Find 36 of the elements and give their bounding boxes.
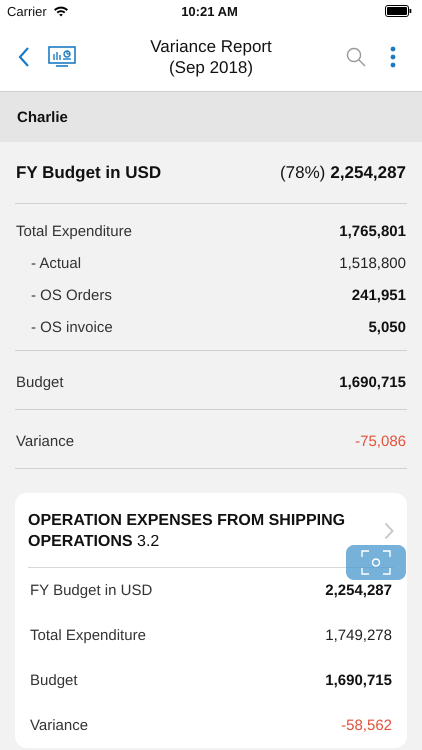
row-label: FY Budget in USD bbox=[16, 162, 162, 182]
row-value: 1,690,715 bbox=[325, 672, 392, 689]
row-label: Total Expenditure bbox=[16, 222, 132, 240]
carrier-label: Carrier bbox=[7, 4, 47, 18]
percent-value: (78%) bbox=[280, 162, 326, 182]
wifi-icon bbox=[52, 5, 69, 17]
screen-title: Variance Report (Sep 2018) bbox=[150, 36, 272, 78]
screenshot-button[interactable] bbox=[346, 545, 406, 580]
capture-frame-icon bbox=[361, 550, 391, 575]
entity-name: Charlie bbox=[17, 108, 68, 126]
row-label: - Actual bbox=[31, 254, 82, 272]
back-icon bbox=[18, 46, 30, 66]
monitor-chart-icon bbox=[48, 46, 76, 68]
row-label: Total Expenditure bbox=[30, 627, 146, 644]
row-value: 1,749,278 bbox=[325, 627, 392, 644]
row-label: Budget bbox=[30, 672, 78, 689]
row-value: 241,951 bbox=[352, 286, 406, 304]
status-time: 10:21 AM bbox=[181, 4, 238, 18]
row-value: -75,086 bbox=[355, 432, 406, 450]
row-value: 1,765,801 bbox=[339, 222, 406, 240]
row-value: 2,254,287 bbox=[325, 582, 392, 599]
row-value: -58,562 bbox=[341, 717, 392, 734]
row-value: 1,518,800 bbox=[339, 254, 406, 272]
row-value: 1,690,715 bbox=[339, 374, 406, 390]
row-value: 5,050 bbox=[368, 318, 406, 336]
search-icon bbox=[346, 46, 366, 66]
card-title[interactable]: OPERATION EXPENSES FROM SHIPPING OPERATIONS 3.2 bbox=[28, 510, 358, 552]
row-label: - OS Orders bbox=[31, 286, 112, 304]
more-icon bbox=[390, 46, 396, 68]
row-label: Budget bbox=[16, 374, 64, 390]
row-label: Variance bbox=[16, 432, 74, 450]
row-label: - OS invoice bbox=[31, 318, 113, 336]
row-value: 2,254,287 bbox=[330, 162, 406, 182]
row-label: Variance bbox=[30, 717, 88, 734]
row-label: FY Budget in USD bbox=[30, 582, 152, 599]
battery-icon bbox=[384, 5, 412, 17]
